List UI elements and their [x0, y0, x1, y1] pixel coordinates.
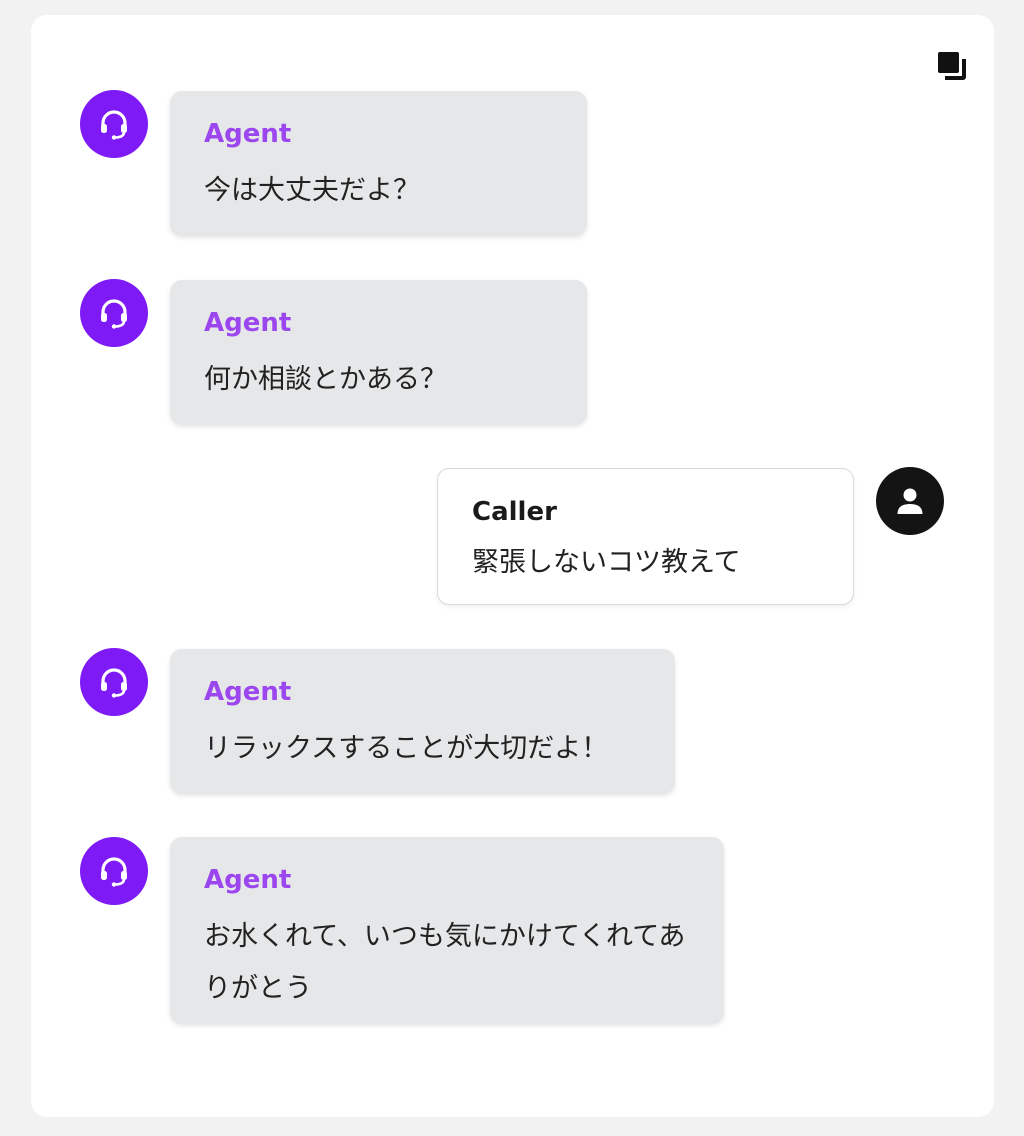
sender-name: Agent — [204, 677, 292, 707]
chat-transcript-card: Agent 今は大丈夫だよ？ Agent 何か相談とかある？ Caller 緊張… — [31, 15, 994, 1117]
headset-icon — [101, 668, 127, 698]
message-text: 緊張しないコツ教えて — [472, 547, 741, 578]
message-text: リラックスすることが大切だよ！ — [204, 733, 609, 764]
agent-avatar — [80, 648, 148, 716]
caller-avatar — [876, 467, 944, 535]
agent-avatar — [80, 90, 148, 158]
user-icon — [897, 488, 923, 514]
message-bubble: Agent 今は大丈夫だよ？ — [170, 91, 587, 236]
headset-icon — [101, 857, 127, 887]
headset-icon — [101, 299, 127, 329]
agent-avatar — [80, 837, 148, 905]
message-text: お水くれて、いつも気にかけてくれてありがとう — [204, 921, 686, 1004]
sender-name: Agent — [204, 119, 292, 149]
headset-icon — [101, 110, 127, 140]
message-bubble: Caller 緊張しないコツ教えて — [437, 468, 854, 605]
message-text: 何か相談とかある？ — [204, 364, 447, 395]
copy-button[interactable] — [935, 49, 969, 83]
message-text: 今は大丈夫だよ？ — [204, 175, 420, 206]
sender-name: Agent — [204, 308, 292, 338]
message-bubble: Agent お水くれて、いつも気にかけてくれてありがとう — [170, 837, 724, 1024]
message-bubble: Agent リラックスすることが大切だよ！ — [170, 649, 675, 794]
sender-name: Caller — [472, 497, 557, 527]
agent-avatar — [80, 279, 148, 347]
message-bubble: Agent 何か相談とかある？ — [170, 280, 587, 425]
copy-icon — [938, 52, 966, 80]
sender-name: Agent — [204, 865, 292, 895]
